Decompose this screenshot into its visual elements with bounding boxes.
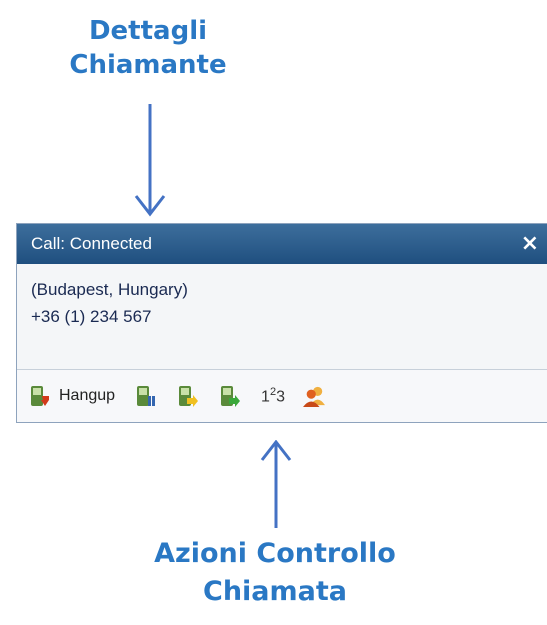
call-toolbar: Hangup 123 (17, 370, 547, 422)
hangup-button[interactable]: Hangup (29, 384, 115, 408)
window-title: Call: Connected (31, 234, 152, 253)
annotation-line: Dettagli (88, 16, 208, 46)
transfer-icon (179, 386, 199, 407)
keypad-button[interactable]: 123 (261, 386, 285, 406)
hold-icon (137, 386, 156, 406)
window-titlebar: Call: Connected × (17, 224, 547, 264)
arrow-down-icon (134, 104, 166, 217)
call-window: Call: Connected × (Budapest, Hungary) +3… (16, 223, 547, 423)
transfer-button[interactable] (177, 384, 199, 408)
keypad-digit: 1 (261, 388, 270, 406)
close-icon[interactable]: × (521, 231, 539, 256)
caller-number: +36 (1) 234 567 (31, 307, 152, 326)
caller-location: (Budapest, Hungary) (31, 280, 188, 299)
annotation-line: Chiamata (203, 576, 347, 607)
conference-button[interactable] (302, 384, 325, 408)
call-control-annotation: Azioni Controllo Chiamata (110, 535, 440, 611)
forward-icon (221, 386, 241, 407)
hold-button[interactable] (135, 384, 157, 408)
annotation-line: Chiamante (69, 50, 227, 80)
arrow-up-icon (260, 440, 292, 528)
users-icon (302, 386, 325, 407)
forward-button[interactable] (219, 384, 241, 408)
annotation-line: Azioni Controllo (154, 538, 396, 569)
keypad-digit: 3 (276, 388, 285, 406)
caller-details-annotation: Dettagli Chiamante (50, 14, 246, 82)
hangup-icon (31, 386, 49, 406)
caller-details: (Budapest, Hungary) +36 (1) 234 567 (17, 264, 547, 370)
hangup-label: Hangup (59, 387, 116, 404)
